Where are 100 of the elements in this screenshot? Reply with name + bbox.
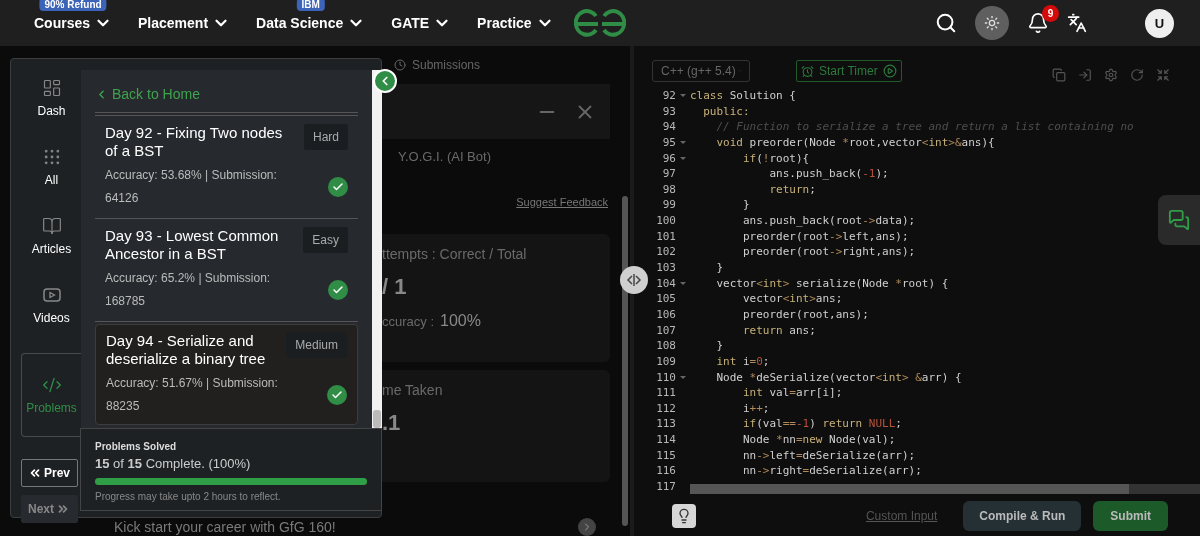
line-number: 97 (661, 166, 676, 182)
line-number: 92 (661, 88, 676, 104)
code-line: class Solution { (690, 88, 796, 104)
reset-icon[interactable] (1130, 68, 1144, 82)
line-number: 101 (655, 228, 676, 245)
alarm-clock-icon (801, 64, 814, 78)
nav-badge: IBM (296, 0, 325, 11)
fold-icon[interactable] (680, 375, 686, 379)
line-number: 113 (655, 416, 676, 433)
line-number: 114 (655, 432, 676, 448)
search-button[interactable] (935, 12, 957, 34)
code-line: preorder(root->left,ans); (741, 228, 909, 245)
problem-stats: Accuracy: 65.2% | Submission: 168785 (105, 270, 272, 310)
line-number: 108 (655, 338, 676, 354)
progress-summary: 15 of 15 Complete. (100%) (95, 456, 252, 471)
prev-button[interactable]: Prev (20, 459, 78, 487)
submissions-tab[interactable]: Submissions (394, 58, 630, 72)
code-line: Node *deSerialize(vector<int> &arr) { (715, 369, 962, 386)
nav-badge: 90% Refund (39, 0, 107, 11)
problem-stats: Accuracy: 51.67% | Submission: 88235 (106, 375, 279, 415)
code-line: } (715, 260, 724, 276)
notification-count: 9 (1042, 5, 1059, 22)
nav-menu[interactable]: Placement (138, 14, 231, 32)
promo-text: Kick start your career with GfG 160! (114, 519, 336, 535)
user-avatar[interactable]: U (1145, 8, 1174, 38)
line-number: 102 (655, 244, 676, 261)
theme-toggle-button[interactable] (975, 6, 1009, 40)
start-timer-button[interactable]: Start Timer (796, 60, 902, 82)
fold-icon[interactable] (680, 141, 686, 145)
line-number: 109 (655, 353, 676, 370)
line-number: 105 (655, 291, 676, 307)
problem-item[interactable]: Day 94 - Serialize and deserialize a binary tree Medium Accuracy: 51.67% | Submission: 88235 (95, 324, 358, 425)
chat-button[interactable] (1158, 195, 1200, 245)
fold-icon[interactable] (680, 282, 686, 285)
line-number: 106 (655, 306, 676, 323)
sidebar-item[interactable]: All (21, 146, 81, 215)
clock-icon (394, 59, 406, 71)
scrollbar[interactable] (690, 484, 1200, 494)
chat-title: Y.O.G.I. (AI Bot) (398, 149, 492, 164)
stat-value: 100% (440, 312, 481, 330)
problem-title: Day 92 - Fixing Two nodes of a BST (105, 124, 283, 160)
next-arrow-button[interactable] (578, 518, 596, 536)
code-line: preorder(root->right,ans); (741, 244, 916, 261)
code-line: int i=0; (715, 353, 770, 370)
copy-icon[interactable] (1052, 68, 1066, 82)
difficulty-tag: Medium (286, 332, 347, 358)
translate-button[interactable] (1067, 13, 1087, 33)
difficulty-tag: Easy (303, 227, 348, 253)
compile-run-button[interactable]: Compile & Run (963, 501, 1082, 531)
fullscreen-icon[interactable] (1156, 68, 1170, 82)
search-icon (935, 12, 957, 34)
notifications-button[interactable] (1027, 12, 1049, 34)
sidebar-item[interactable]: Videos (21, 284, 81, 353)
code-line: void preorder(Node *root,vector<int>&ans){ (715, 134, 995, 151)
code-line: vector<int>ans; (741, 291, 843, 307)
hint-button[interactable] (672, 504, 696, 528)
line-number: 98 (661, 181, 676, 198)
code-line: nn->right=deSerialize(arr); (741, 463, 922, 479)
scrollbar[interactable] (372, 70, 382, 428)
fold-icon[interactable] (680, 94, 686, 98)
double-chevron-right-icon (56, 502, 70, 516)
collapse-button[interactable] (373, 69, 397, 93)
settings-icon[interactable] (1104, 68, 1118, 82)
code-line: i++; (741, 400, 770, 417)
stat-value: / 1 (382, 274, 408, 300)
problem-item[interactable]: Day 93 - Lowest Common Ancestor in a BST Easy Accuracy: 65.2% | Submission: 168785 (95, 219, 358, 322)
progress-title: Problems Solved (95, 441, 178, 452)
nav-menu[interactable]: Practice (477, 14, 554, 32)
fold-icon[interactable] (680, 156, 686, 160)
line-number: 112 (655, 400, 676, 417)
sidebar-item[interactable]: Dash (21, 77, 81, 146)
line-number: 115 (655, 447, 676, 464)
double-chevron-left-icon (28, 466, 42, 480)
play-icon (882, 64, 897, 78)
scrollbar[interactable] (622, 196, 628, 526)
submit-button[interactable]: Submit (1093, 501, 1168, 531)
line-number: 110 (655, 369, 676, 386)
line-number: 111 (655, 385, 676, 401)
line-number: 103 (655, 260, 676, 276)
code-line: Node *nn=new Node(val); (741, 432, 896, 448)
lightbulb-icon (676, 508, 692, 524)
code-line: ans.push_back(root->data); (741, 213, 916, 229)
code-line: return ans; (741, 322, 816, 339)
translate-icon (1067, 13, 1087, 33)
code-line: public: (702, 103, 750, 120)
back-link[interactable]: Back to Home (95, 70, 358, 116)
problem-title: Day 93 - Lowest Common Ancestor in a BST (105, 227, 280, 263)
import-icon[interactable] (1078, 68, 1092, 82)
feedback-link[interactable]: Suggest Feedback (516, 196, 608, 208)
code-line: if(val==-1) return NULL; (741, 416, 902, 433)
video-icon (41, 285, 62, 305)
problem-item[interactable]: Day 92 - Fixing Two nodes of a BST Hard Accuracy: 53.68% | Submission: 64126 (95, 116, 358, 219)
logo-icon[interactable] (572, 8, 628, 38)
nav-menu[interactable]: GATE (391, 14, 452, 32)
code-icon (41, 375, 62, 395)
line-number: 116 (655, 463, 676, 479)
sidebar-item[interactable]: Articles (21, 215, 81, 284)
line-number: 93 (661, 103, 676, 120)
stat-label: ccuracy : (382, 314, 434, 329)
line-number: 107 (655, 322, 676, 339)
